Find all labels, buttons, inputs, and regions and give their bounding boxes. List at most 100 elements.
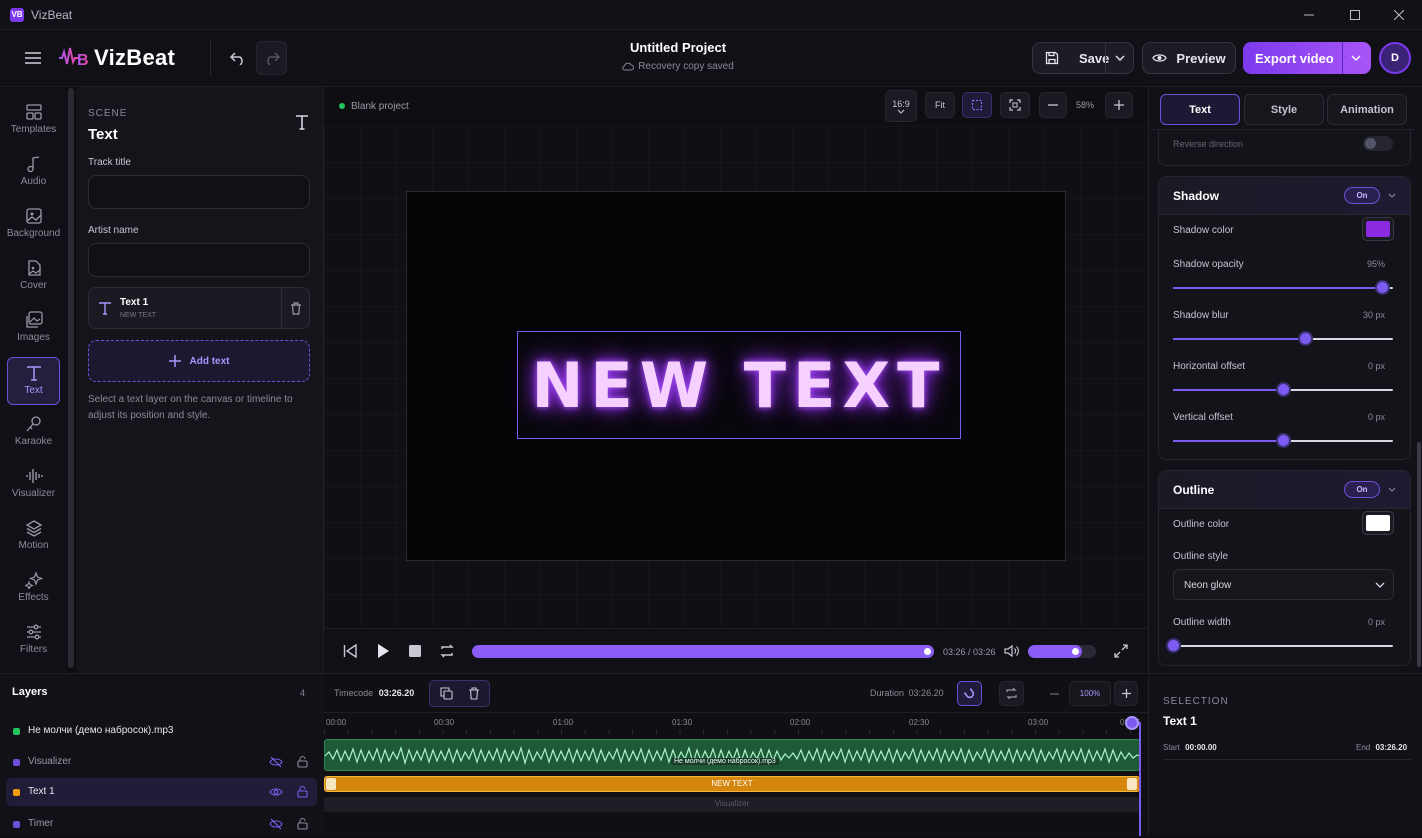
chevron-down-icon[interactable] [1388,487,1396,493]
layer-row[interactable]: Не молчи (демо набросок).mp3 [6,717,317,745]
menu-button[interactable] [22,47,44,69]
shadow-opacity-value: 95% [1366,259,1385,269]
floppy-disk-icon [1045,51,1059,65]
snap-toggle[interactable] [957,681,982,706]
playhead[interactable] [1139,722,1141,836]
layer-row[interactable]: Timer [6,810,317,838]
maximize-button[interactable] [1332,0,1378,30]
undo-button[interactable] [225,43,251,73]
safe-area-toggle[interactable] [962,92,992,118]
play-icon[interactable] [376,643,390,659]
loop-region-button[interactable] [999,681,1024,706]
lock-open-icon[interactable] [297,817,308,830]
fullscreen-frame-button[interactable] [1000,92,1030,118]
playhead-handle[interactable] [1125,716,1139,730]
close-window-button[interactable] [1376,0,1422,30]
layer-row[interactable]: Visualizer [6,748,317,776]
nav-item-images[interactable]: Images [7,305,60,353]
trash-icon[interactable] [290,302,302,315]
outline-card-header[interactable]: Outline On [1159,471,1410,509]
loop-icon[interactable] [439,644,455,658]
nav-item-cover[interactable]: Cover [7,253,60,301]
reverse-direction-toggle[interactable] [1363,136,1393,151]
eye-off-icon[interactable] [269,818,283,830]
shadow-card-header[interactable]: Shadow On [1159,177,1410,215]
audio-clip[interactable]: Не молчи (демо набросок).mp3 [324,739,1140,771]
tab-animation[interactable]: Animation [1327,94,1407,125]
timeline-panel: Timecode 03:26.20 Duration 03:26.20 100%… [324,673,1148,836]
nav-item-templates[interactable]: Templates [7,97,60,145]
lock-open-icon[interactable] [297,785,308,798]
eye-off-icon[interactable] [269,756,283,768]
progress-knob[interactable] [924,648,931,655]
chevron-down-icon [1351,55,1361,61]
export-video-button[interactable]: Export video [1243,42,1371,74]
vertical-offset-slider[interactable] [1173,433,1393,448]
save-button[interactable]: Save [1032,42,1134,74]
eye-icon[interactable] [269,786,283,798]
layer-row[interactable]: Text 1 [6,778,317,806]
status-dot [339,103,345,109]
text-clip-label: NEW TEXT [711,779,753,788]
stop-icon[interactable] [409,645,421,657]
text-element[interactable]: NEW TEXT [517,331,961,439]
clip-trim-handle-right[interactable] [1127,778,1137,790]
shadow-color-swatch[interactable] [1362,217,1394,241]
loop-icon [1006,688,1017,699]
nav-item-background[interactable]: Background [7,201,60,249]
horizontal-offset-slider[interactable] [1173,382,1393,397]
video-frame[interactable]: NEW TEXT [406,191,1066,561]
volume-icon[interactable] [1004,644,1020,658]
outline-style-select[interactable]: Neon glow [1173,569,1394,600]
safe-area-icon [971,99,983,111]
volume-slider[interactable] [1028,645,1096,658]
duplicate-icon[interactable] [440,687,453,700]
timeline-zoom-in-button[interactable] [1114,681,1138,706]
sidebar-scrollbar[interactable] [68,88,74,668]
nav-item-filters[interactable]: Filters [7,617,60,665]
visualizer-clip[interactable]: Visualizer [324,797,1140,812]
playback-progress[interactable] [472,645,934,658]
tab-text[interactable]: Text [1160,94,1240,125]
shadow-opacity-slider[interactable] [1173,280,1393,295]
preview-label: Preview [1176,50,1226,66]
nav-item-motion[interactable]: Motion [7,513,60,561]
track-title-input[interactable] [88,175,310,209]
timecode-value: 03:26.20 [378,688,415,698]
inspector-scrollbar[interactable] [1417,442,1421,667]
outline-color-swatch[interactable] [1362,511,1394,535]
preview-button[interactable]: Preview [1142,42,1236,74]
timeline-zoom-out-button[interactable] [1043,681,1065,706]
zoom-out-button[interactable] [1039,92,1067,118]
redo-button[interactable] [256,41,287,75]
fit-button[interactable]: Fit [925,92,955,118]
fullscreen-icon[interactable] [1114,644,1128,658]
skip-back-icon[interactable] [343,644,357,658]
chevron-down-icon[interactable] [1388,193,1396,199]
add-text-button[interactable]: Add text [88,340,310,382]
project-title[interactable]: Untitled Project [578,40,778,55]
text-clip[interactable]: NEW TEXT [324,776,1140,792]
trash-icon[interactable] [468,687,480,700]
tab-style[interactable]: Style [1244,94,1324,125]
hint-text: Select a text layer on the canvas or tim… [88,394,293,421]
outline-width-slider[interactable] [1166,638,1393,653]
minimize-button[interactable] [1286,0,1332,30]
avatar[interactable]: D [1379,42,1411,74]
sparkles-icon [24,571,43,589]
timeline-zoom-level[interactable]: 100% [1069,681,1111,706]
nav-item-visualizer[interactable]: Visualizer [7,461,60,509]
shadow-toggle[interactable]: On [1344,187,1380,204]
text-layer-item[interactable]: Text 1 NEW TEXT [88,287,310,329]
zoom-in-button[interactable] [1105,92,1133,118]
nav-item-effects[interactable]: Effects [7,565,60,613]
lock-open-icon[interactable] [297,755,308,768]
nav-item-audio[interactable]: Audio [7,149,60,197]
nav-item-karaoke[interactable]: Karaoke [7,409,60,457]
aspect-ratio-select[interactable]: 16:9 [885,90,917,122]
shadow-blur-slider[interactable] [1173,331,1393,346]
nav-item-text[interactable]: Text [7,357,60,405]
artist-name-input[interactable] [88,243,310,277]
ruler-tick: 02:30 [909,718,930,727]
outline-toggle[interactable]: On [1344,481,1380,498]
